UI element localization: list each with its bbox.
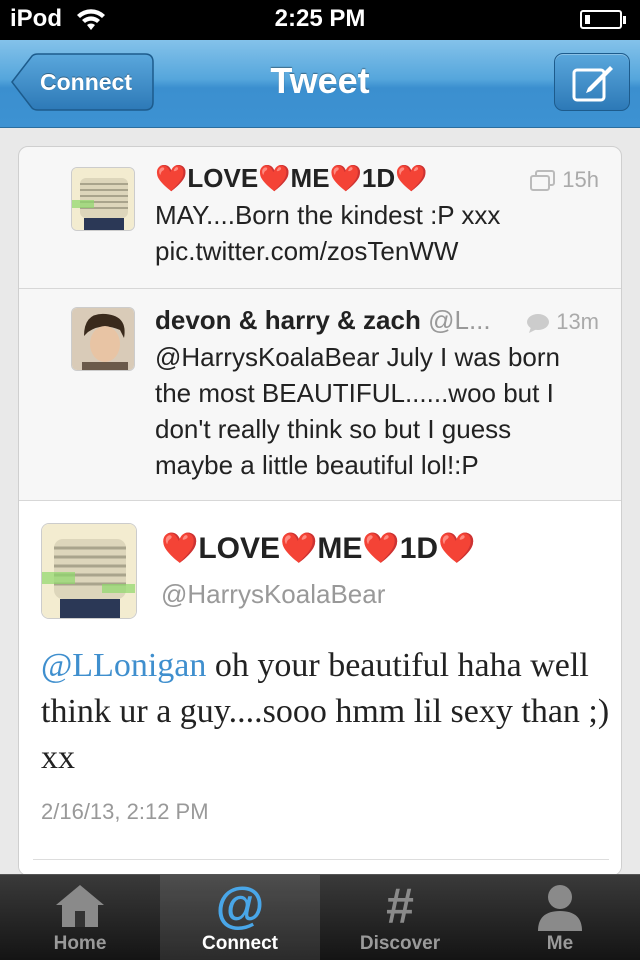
at-icon: @ bbox=[216, 879, 265, 931]
tweet-time: 13m bbox=[556, 309, 599, 334]
navigation-bar: Connect Tweet bbox=[0, 40, 640, 128]
tweet-author-name: ❤️LOVE❤️ME❤️1D❤️ bbox=[161, 532, 476, 565]
tweet-body: @LLonigan oh your beautiful haha well th… bbox=[41, 643, 611, 781]
tab-home[interactable]: Home bbox=[0, 875, 160, 960]
avatar[interactable] bbox=[71, 307, 135, 371]
tab-connect[interactable]: @ Connect bbox=[160, 875, 320, 960]
tweet-author-name: devon & harry & zach bbox=[155, 305, 421, 335]
tweet-time: 15h bbox=[562, 167, 599, 192]
tweet-timestamp: 2/16/13, 2:12 PM bbox=[41, 799, 209, 824]
mention-link[interactable]: @LLonigan bbox=[41, 647, 206, 684]
tweet-meta: 13m bbox=[526, 309, 599, 335]
tweet-text: @HarrysKoalaBear July I was born the mos… bbox=[155, 342, 560, 480]
battery-icon bbox=[580, 10, 626, 29]
focused-tweet: ❤️LOVE❤️ME❤️1D❤️ @HarrysKoalaBear @LLoni… bbox=[19, 501, 621, 875]
tweet-author-handle: @L... bbox=[428, 305, 491, 335]
tweet-row[interactable]: devon & harry & zach @L... 13m @HarrysKo… bbox=[19, 289, 621, 501]
avatar[interactable] bbox=[41, 523, 137, 619]
compose-icon bbox=[572, 66, 613, 102]
tweet-row[interactable]: ❤️LOVE❤️ME❤️1D❤️ 15h MAY....Born the kin… bbox=[19, 147, 621, 289]
tab-label: Discover bbox=[359, 933, 441, 954]
tab-label: Me bbox=[546, 933, 574, 954]
tab-label: Connect bbox=[202, 933, 278, 954]
tab-me[interactable]: Me bbox=[480, 875, 640, 960]
tweet-author-handle[interactable]: @HarrysKoalaBear bbox=[161, 579, 385, 610]
conversation-icon bbox=[530, 170, 556, 192]
tab-discover[interactable]: # Discover bbox=[320, 875, 480, 960]
tweet-author-name: ❤️LOVE❤️ME❤️1D❤️ bbox=[155, 163, 428, 193]
reply-bubble-icon bbox=[527, 314, 550, 334]
page-title: Tweet bbox=[270, 60, 370, 101]
person-icon bbox=[538, 885, 582, 931]
divider bbox=[33, 859, 609, 860]
tweet-text: MAY....Born the kindest :P xxx pic.twitt… bbox=[155, 200, 501, 266]
hashtag-icon: # bbox=[386, 879, 414, 931]
svg-text:@: @ bbox=[216, 879, 265, 931]
status-bar: iPod 2:25 PM bbox=[0, 0, 640, 40]
tab-bar: Home @ Connect # Discover Me bbox=[0, 874, 640, 960]
tab-label: Home bbox=[53, 933, 107, 954]
home-icon bbox=[56, 885, 104, 927]
avatar[interactable] bbox=[71, 167, 135, 231]
clock-time: 2:25 PM bbox=[274, 5, 366, 32]
conversation-card: ❤️LOVE❤️ME❤️1D❤️ 15h MAY....Born the kin… bbox=[18, 146, 622, 876]
tweet-author: devon & harry & zach @L... bbox=[155, 305, 491, 336]
svg-text:#: # bbox=[386, 879, 414, 931]
tweet-meta: 15h bbox=[530, 167, 599, 193]
compose-button[interactable] bbox=[554, 53, 630, 111]
